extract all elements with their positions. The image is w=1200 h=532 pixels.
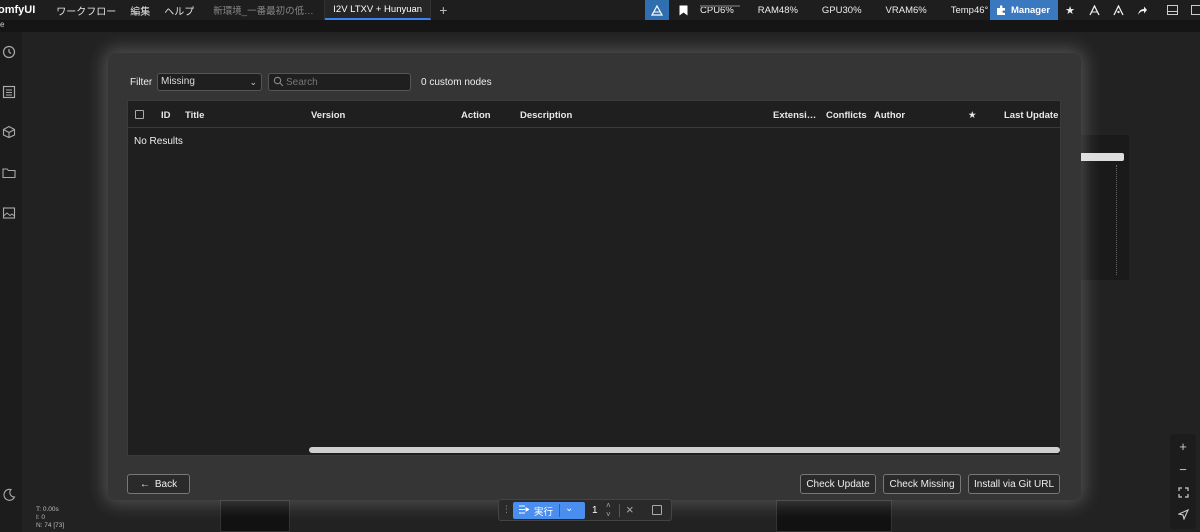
canvas-node-bottom-left[interactable] — [220, 500, 290, 532]
cpu-stat: CPU6% — [700, 4, 740, 16]
col-version[interactable]: Version — [311, 110, 345, 121]
workflow-tab-2[interactable]: I2V LTXV + Hunyuan — [325, 0, 432, 20]
canvas-node-bottom-right[interactable] — [776, 500, 892, 532]
minimize-icon[interactable] — [1184, 0, 1200, 20]
canvas-stats: T: 0.00s I: 0 N: 74 [73] — [36, 506, 64, 530]
vram-stat: VRAM6% — [886, 5, 927, 16]
close-icon[interactable]: × — [626, 502, 634, 517]
col-last-update[interactable]: Last Update — [1004, 110, 1058, 121]
temp-label: Temp46° — [950, 4, 989, 16]
search-icon — [273, 76, 284, 87]
stepper-icon[interactable]: ˄ ˅ — [606, 501, 611, 519]
model-icon[interactable] — [1106, 0, 1130, 20]
col-author[interactable]: Author — [874, 110, 905, 121]
temp-stat: Temp46° — [951, 5, 989, 16]
pointer-icon[interactable] — [1174, 505, 1192, 523]
batch-count[interactable]: 1 — [592, 505, 598, 516]
filter-value: Missing — [161, 76, 195, 87]
fit-view-icon[interactable] — [1174, 483, 1192, 501]
search-placeholder: Search — [286, 77, 318, 88]
col-conflicts[interactable]: Conflicts — [826, 110, 867, 121]
run-toolbar: ⋮ 実行 ⌄ 1 ˄ ˅ × — [498, 499, 672, 521]
history-icon[interactable] — [0, 43, 18, 61]
theme-moon-icon[interactable] — [0, 486, 18, 504]
search-input[interactable]: Search — [268, 73, 411, 91]
run-queue-icon — [519, 505, 531, 517]
stop-icon[interactable] — [652, 505, 662, 515]
add-tab-button[interactable]: + — [431, 2, 455, 18]
chevron-down-icon[interactable]: ⌄ — [565, 503, 573, 514]
system-monitor: CPU6% RAM48% GPU30% VRAM6% Temp46° — [645, 0, 1012, 20]
menu-workflow[interactable]: ワークフロー — [49, 3, 123, 18]
check-update-button[interactable]: Check Update — [800, 474, 876, 494]
arrow-left-icon: ← — [139, 478, 150, 490]
table-header: ID Title Version Action Description Exte… — [128, 101, 1060, 128]
check-missing-label: Check Missing — [889, 478, 955, 490]
horizontal-scrollbar[interactable] — [309, 447, 1060, 453]
filter-select[interactable]: Missing ⌄ — [157, 73, 262, 91]
left-sidebar — [0, 32, 22, 532]
node-count: 0 custom nodes — [421, 77, 492, 88]
stat-items: I: 0 — [36, 514, 46, 521]
back-button[interactable]: ← Back — [127, 474, 190, 494]
run-label: 実行 — [534, 506, 554, 518]
vram-label: VRAM6% — [885, 4, 927, 16]
col-id[interactable]: ID — [161, 110, 171, 121]
tab-label: I2V LTXV + Hunyuan — [333, 3, 423, 15]
manager-button[interactable]: Manager — [990, 0, 1059, 20]
queue-icon[interactable] — [0, 83, 18, 101]
tab-label: 新環境_一番最初の低… — [213, 6, 314, 17]
subbar-text: e — [0, 20, 5, 29]
filter-label: Filter — [130, 77, 153, 88]
run-button[interactable]: 実行 ⌄ — [513, 502, 585, 519]
custom-nodes-manager-dialog: Filter Missing ⌄ Search 0 custom nodes I… — [108, 53, 1081, 500]
stat-time: T: 0.00s — [36, 506, 59, 513]
zoom-in-icon[interactable]: + — [1174, 437, 1192, 455]
image-icon[interactable] — [0, 204, 18, 222]
ram-stat: RAM48% — [758, 5, 798, 16]
col-action[interactable]: Action — [461, 110, 491, 121]
puzzle-icon — [997, 4, 1005, 15]
menu-help[interactable]: ヘルプ — [157, 3, 201, 18]
app-logo: omfyUI — [0, 4, 36, 16]
bookmark-icon[interactable] — [671, 0, 695, 20]
gpu-stat: GPU30% — [822, 5, 862, 16]
drag-handle-icon[interactable]: ⋮ — [502, 504, 511, 515]
zoom-out-icon[interactable]: − — [1174, 460, 1192, 478]
star-icon[interactable]: ★ — [1058, 0, 1082, 20]
gpu-label: GPU30% — [821, 4, 862, 16]
folder-icon[interactable] — [0, 164, 18, 182]
col-extensions[interactable]: Extensi… — [773, 110, 816, 121]
check-missing-button[interactable]: Check Missing — [883, 474, 961, 494]
workflow-tab-1[interactable]: 新環境_一番最初の低… — [205, 0, 326, 20]
empty-message: No Results — [134, 136, 183, 147]
menu-edit[interactable]: 編集 — [123, 3, 157, 18]
select-all-checkbox[interactable] — [135, 110, 144, 119]
right-toolbar: Manager ★ — [990, 0, 1200, 20]
col-title[interactable]: Title — [185, 110, 204, 121]
install-git-label: Install via Git URL — [973, 478, 1055, 490]
panel-toggle-icon[interactable] — [1160, 0, 1184, 20]
nodes-table: ID Title Version Action Description Exte… — [127, 100, 1061, 456]
status-subbar: e — [0, 20, 1200, 32]
zoom-controls: + − — [1170, 434, 1196, 529]
col-stars[interactable]: ★ — [968, 110, 977, 121]
install-git-url-button[interactable]: Install via Git URL — [968, 474, 1060, 494]
col-description[interactable]: Description — [520, 110, 572, 121]
check-update-label: Check Update — [806, 478, 870, 490]
pipeline-icon[interactable] — [1082, 0, 1106, 20]
stat-nodes: N: 74 [73] — [36, 522, 65, 529]
chevron-down-icon: ⌄ — [249, 77, 257, 87]
monitor-toggle-icon[interactable] — [645, 0, 669, 20]
manager-label: Manager — [1011, 4, 1051, 16]
back-label: Back — [154, 478, 178, 490]
model-library-icon[interactable] — [0, 123, 18, 141]
ram-label: RAM48% — [757, 4, 798, 16]
share-icon[interactable] — [1130, 0, 1154, 20]
